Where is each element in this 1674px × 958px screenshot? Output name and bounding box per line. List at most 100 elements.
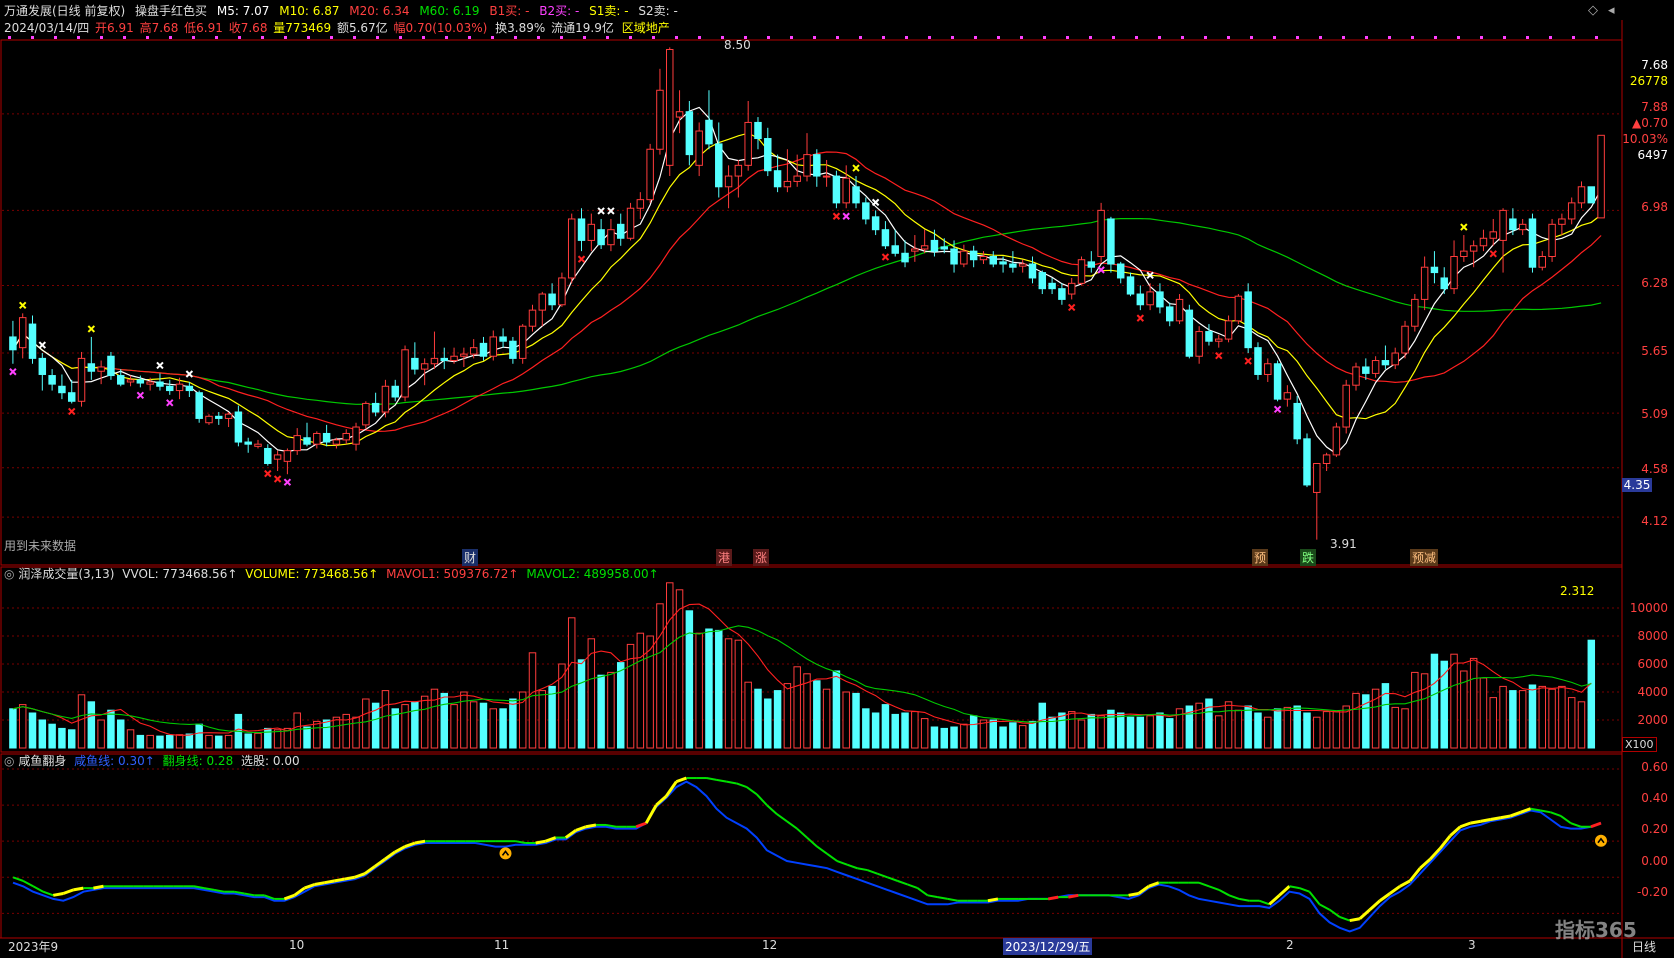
volume-bar: [724, 638, 733, 749]
ind-title[interactable]: 咸鱼翻身: [18, 754, 66, 768]
chart-canvas[interactable]: [0, 0, 1674, 958]
volume-bar: [126, 729, 135, 749]
fanshen-segment: [585, 823, 597, 829]
event-zhang[interactable]: 涨: [753, 549, 770, 566]
event-die[interactable]: 跌: [1300, 549, 1317, 566]
candle-body: [1264, 363, 1272, 375]
volume-bar: [1489, 697, 1497, 749]
event-caibao[interactable]: 财: [462, 549, 479, 566]
candle-body: [911, 248, 919, 252]
volume-bar: [28, 712, 37, 749]
volume-bar: [1332, 711, 1341, 749]
event-gang[interactable]: 港: [716, 549, 733, 566]
volume-bar: [803, 673, 811, 749]
volume-bar: [773, 690, 782, 749]
volume-bar: [469, 701, 478, 749]
volume-bar: [1469, 657, 1478, 749]
candle: [1234, 294, 1243, 325]
candle: [1097, 202, 1105, 262]
candle-body: [969, 250, 978, 261]
candle-body: [156, 381, 164, 387]
volume-bar: [185, 733, 194, 749]
volume-bar: [1391, 706, 1399, 749]
stock-title[interactable]: 万通发展(日线 前复权): [4, 4, 125, 18]
price-label-3: 5.65: [1641, 344, 1668, 358]
ind-label-5: -0.20: [1636, 885, 1668, 899]
vvol-value: VVOL: 773468.56↑: [122, 567, 238, 581]
candle-body: [1185, 309, 1194, 357]
fanshen-segment: [324, 879, 335, 885]
time-label-sep: 2023年9: [8, 940, 59, 954]
volume-bar: [107, 709, 115, 749]
candle-body: [773, 170, 782, 188]
time-label-mar: 3: [1468, 938, 1476, 952]
candle-body: [813, 154, 821, 177]
candle: [666, 47, 674, 177]
candle-body: [793, 175, 801, 182]
quote-info: 2024/03/14/四 开6.91 高7.68 低6.91 收7.68 量77…: [4, 19, 1674, 37]
low-price-label: 3.91: [1330, 537, 1357, 551]
candle-body: [401, 349, 409, 398]
fanshen-segment: [1470, 819, 1481, 825]
candle-body: [1058, 288, 1066, 300]
volume-bar: [881, 704, 890, 749]
event-yujian[interactable]: 预减: [1410, 549, 1439, 566]
volume-bar: [1479, 677, 1488, 749]
volume-bar: [1215, 715, 1223, 749]
candle-body: [548, 293, 556, 306]
candle-body: [656, 89, 664, 150]
candle-body: [48, 375, 56, 385]
candle-body: [783, 180, 792, 188]
collapse-icon[interactable]: ◂: [1608, 3, 1615, 18]
volume-bar: [1411, 671, 1419, 749]
ind-settings-icon[interactable]: ◎: [4, 754, 14, 768]
candle-body: [705, 119, 713, 145]
volume-bar: [754, 688, 762, 749]
candle-body: [1097, 209, 1105, 257]
volume-bar: [969, 715, 978, 749]
quote-sector[interactable]: 区域地产: [622, 21, 670, 35]
buy-signal-icon: [499, 847, 512, 860]
volume-bar: [1126, 716, 1135, 749]
volume-bar: [538, 690, 547, 749]
fanshen-segment: [314, 881, 325, 886]
volume-bar: [48, 723, 56, 749]
quote-low: 低6.91: [184, 21, 223, 35]
diamond-icon[interactable]: ◇: [1588, 3, 1598, 18]
mavol2-value: MAVOL2: 489958.00↑: [526, 567, 659, 581]
volume-bar: [450, 704, 458, 749]
volume-bar: [303, 726, 311, 749]
candle-body: [322, 432, 331, 443]
candle-body: [362, 402, 370, 426]
fanshen-segment: [52, 892, 64, 897]
vol-title[interactable]: 润泽成交量(3,13): [18, 567, 114, 581]
future-data-note: 用到未来数据: [4, 539, 77, 553]
volume-bar: [911, 711, 919, 749]
volume-bar: [440, 692, 448, 749]
candle-body: [1028, 263, 1037, 279]
event-yu[interactable]: 预: [1252, 549, 1269, 566]
candle-body: [1018, 263, 1027, 267]
candle-body: [695, 130, 703, 166]
candle-body: [950, 248, 958, 265]
price-label-4: 5.09: [1641, 407, 1668, 421]
volume-bar: [597, 674, 605, 749]
volume-bar: [813, 680, 821, 749]
volume-bar: [862, 708, 870, 749]
volume-bar: [97, 719, 105, 749]
candle-body: [391, 385, 399, 398]
volume-bar: [244, 733, 252, 749]
candle-body: [67, 392, 76, 402]
candle: [1342, 379, 1350, 434]
volume-bar: [1401, 708, 1409, 749]
indicator-name[interactable]: 操盘手红色买: [135, 4, 207, 18]
volume-bar: [1018, 725, 1027, 749]
candle-body: [920, 245, 929, 250]
volume-bar: [1283, 706, 1292, 749]
vol-settings-icon[interactable]: ◎: [4, 567, 14, 581]
volume-bar: [1077, 719, 1086, 749]
candle-body: [1244, 291, 1252, 349]
volume-bar: [195, 723, 203, 749]
volume-bar: [499, 708, 507, 749]
fanshen-segment: [1068, 893, 1079, 899]
